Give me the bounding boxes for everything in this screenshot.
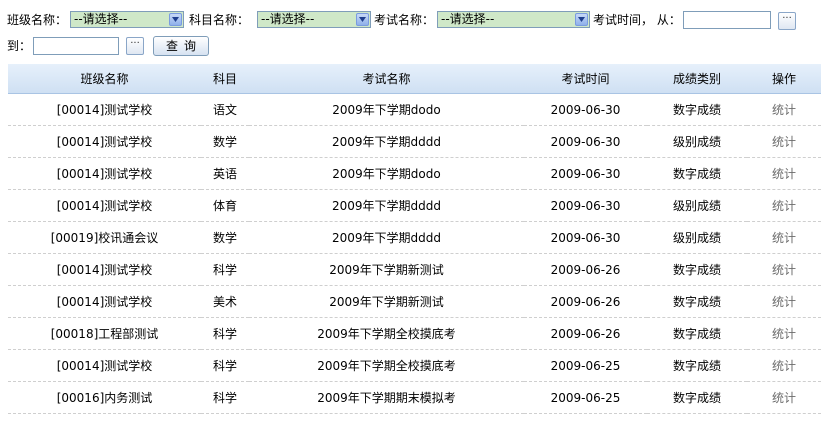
table-row: [00014]测试学校 数学 2009年下学期dddd 2009-06-30 级… (8, 125, 821, 158)
chevron-down-icon (169, 13, 182, 26)
stats-link[interactable]: 统计 (747, 125, 821, 158)
cell-date: 2009-06-30 (524, 93, 647, 126)
cell-subject: 体育 (201, 189, 249, 222)
stats-link[interactable]: 统计 (747, 317, 821, 350)
cell-class: [00014]测试学校 (8, 349, 201, 382)
cell-class: [00014]测试学校 (8, 157, 201, 190)
cell-score-type: 数字成绩 (647, 381, 747, 414)
stats-link[interactable]: 统计 (747, 349, 821, 382)
cell-class: [00014]测试学校 (8, 125, 201, 158)
table-row: [00018]工程部测试 科学 2009年下学期全校摸底考 2009-06-26… (8, 317, 821, 350)
cell-subject: 科学 (201, 253, 249, 286)
cell-score-type: 数字成绩 (647, 349, 747, 382)
stats-link[interactable]: 统计 (747, 157, 821, 190)
cell-exam: 2009年下学期dodo (249, 93, 524, 126)
stats-link[interactable]: 统计 (747, 189, 821, 222)
table-row: [00014]测试学校 美术 2009年下学期新测试 2009-06-26 数字… (8, 285, 821, 318)
cell-subject: 数学 (201, 221, 249, 254)
cell-score-type: 数字成绩 (647, 317, 747, 350)
cell-score-type: 级别成绩 (647, 189, 747, 222)
class-label: 班级名称： (7, 13, 68, 27)
cell-class: [00019]校讯通会议 (8, 221, 201, 254)
header-class: 班级名称 (8, 64, 201, 94)
stats-link[interactable]: 统计 (747, 253, 821, 286)
subject-select-value: --请选择-- (261, 12, 315, 26)
table-row: [00014]测试学校 语文 2009年下学期dodo 2009-06-30 数… (8, 93, 821, 126)
cell-score-type: 数字成绩 (647, 253, 747, 286)
cell-class: [00014]测试学校 (8, 189, 201, 222)
subject-select[interactable]: --请选择-- (257, 11, 371, 28)
cell-subject: 科学 (201, 381, 249, 414)
stats-link[interactable]: 统计 (747, 285, 821, 318)
cell-subject: 科学 (201, 349, 249, 382)
stats-link[interactable]: 统计 (747, 93, 821, 126)
header-exam: 考试名称 (249, 64, 524, 94)
to-date-picker-button[interactable]: ··· (126, 37, 144, 55)
cell-exam: 2009年下学期全校摸底考 (249, 349, 524, 382)
cell-exam: 2009年下学期dddd (249, 125, 524, 158)
cell-date: 2009-06-30 (524, 221, 647, 254)
table-row: [00014]测试学校 体育 2009年下学期dddd 2009-06-30 级… (8, 189, 821, 222)
cell-class: [00016]内务测试 (8, 381, 201, 414)
cell-date: 2009-06-25 (524, 349, 647, 382)
header-date: 考试时间 (524, 64, 647, 94)
cell-subject: 语文 (201, 93, 249, 126)
cell-exam: 2009年下学期新测试 (249, 253, 524, 286)
cell-score-type: 级别成绩 (647, 125, 747, 158)
header-action: 操作 (747, 64, 821, 94)
query-button[interactable]: 查询 (153, 36, 209, 56)
chevron-down-icon (575, 13, 588, 26)
cell-date: 2009-06-30 (524, 189, 647, 222)
cell-exam: 2009年下学期dodo (249, 157, 524, 190)
exam-label: 考试名称： (374, 13, 435, 27)
table-row: [00016]内务测试 科学 2009年下学期期末模拟考 2009-06-25 … (8, 381, 821, 414)
class-select-value: --请选择-- (74, 12, 128, 26)
cell-score-type: 数字成绩 (647, 93, 747, 126)
cell-score-type: 级别成绩 (647, 221, 747, 254)
results-table: 班级名称 科目 考试名称 考试时间 成绩类别 操作 [00014]测试学校 语文… (8, 64, 821, 414)
exam-select-value: --请选择-- (441, 12, 495, 26)
class-select[interactable]: --请选择-- (70, 11, 184, 28)
cell-date: 2009-06-26 (524, 317, 647, 350)
table-row: [00014]测试学校 科学 2009年下学期新测试 2009-06-26 数字… (8, 253, 821, 286)
cell-exam: 2009年下学期期末模拟考 (249, 381, 524, 414)
exam-select[interactable]: --请选择-- (437, 11, 590, 28)
cell-date: 2009-06-30 (524, 157, 647, 190)
header-subject: 科目 (201, 64, 249, 94)
header-score-type: 成绩类别 (647, 64, 747, 94)
table-row: [00014]测试学校 科学 2009年下学期全校摸底考 2009-06-25 … (8, 349, 821, 382)
from-date-input[interactable] (683, 11, 771, 29)
to-label: 到： (7, 39, 32, 53)
cell-subject: 英语 (201, 157, 249, 190)
cell-class: [00014]测试学校 (8, 285, 201, 318)
cell-date: 2009-06-25 (524, 381, 647, 414)
cell-exam: 2009年下学期dddd (249, 221, 524, 254)
cell-score-type: 数字成绩 (647, 157, 747, 190)
time-label: 考试时间， 从： (593, 13, 681, 27)
cell-exam: 2009年下学期新测试 (249, 285, 524, 318)
cell-class: [00018]工程部测试 (8, 317, 201, 350)
cell-exam: 2009年下学期dddd (249, 189, 524, 222)
cell-date: 2009-06-26 (524, 253, 647, 286)
chevron-down-icon (356, 13, 369, 26)
to-date-input[interactable] (33, 37, 119, 55)
cell-subject: 科学 (201, 317, 249, 350)
cell-class: [00014]测试学校 (8, 253, 201, 286)
table-header-row: 班级名称 科目 考试名称 考试时间 成绩类别 操作 (8, 64, 821, 94)
cell-exam: 2009年下学期全校摸底考 (249, 317, 524, 350)
filter-bar: 班级名称： --请选择-- 科目名称： --请选择-- 考试名称： --请选择-… (0, 0, 822, 62)
from-date-picker-button[interactable]: ··· (778, 12, 796, 30)
cell-score-type: 数字成绩 (647, 285, 747, 318)
cell-date: 2009-06-26 (524, 285, 647, 318)
cell-date: 2009-06-30 (524, 125, 647, 158)
subject-label: 科目名称： (189, 13, 250, 27)
stats-link[interactable]: 统计 (747, 381, 821, 414)
cell-class: [00014]测试学校 (8, 93, 201, 126)
table-row: [00019]校讯通会议 数学 2009年下学期dddd 2009-06-30 … (8, 221, 821, 254)
table-row: [00014]测试学校 英语 2009年下学期dodo 2009-06-30 数… (8, 157, 821, 190)
cell-subject: 数学 (201, 125, 249, 158)
stats-link[interactable]: 统计 (747, 221, 821, 254)
cell-subject: 美术 (201, 285, 249, 318)
